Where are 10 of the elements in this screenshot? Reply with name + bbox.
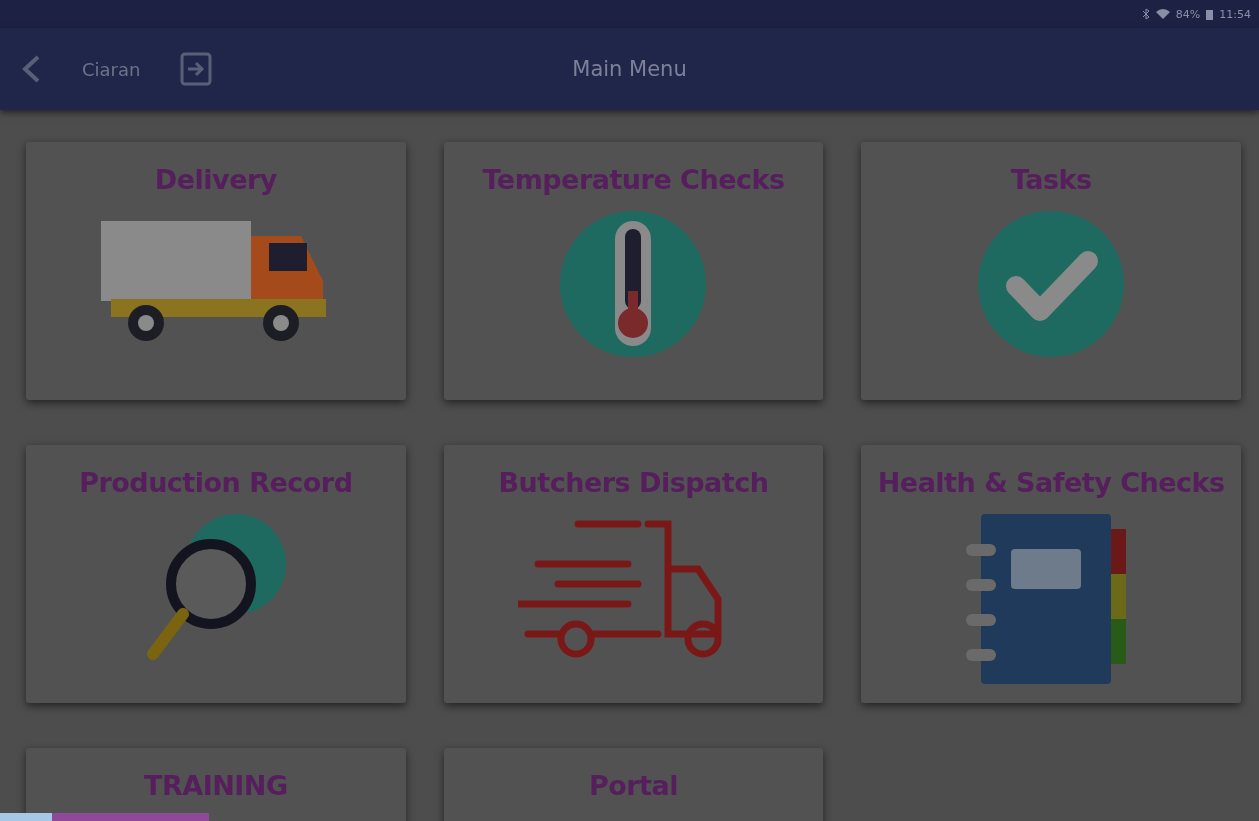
battery-icon	[1206, 8, 1214, 20]
checkmark-icon	[978, 211, 1125, 357]
bluetooth-icon	[1141, 8, 1150, 20]
battery-level: 84%	[1175, 7, 1201, 21]
clock-time: 11:54	[1219, 7, 1251, 21]
thermometer-icon	[560, 211, 707, 357]
user-name: Ciaran	[82, 58, 141, 80]
page-title: Main Menu	[571, 57, 688, 81]
logout-icon[interactable]	[180, 52, 213, 86]
wifi-icon	[1155, 9, 1170, 19]
